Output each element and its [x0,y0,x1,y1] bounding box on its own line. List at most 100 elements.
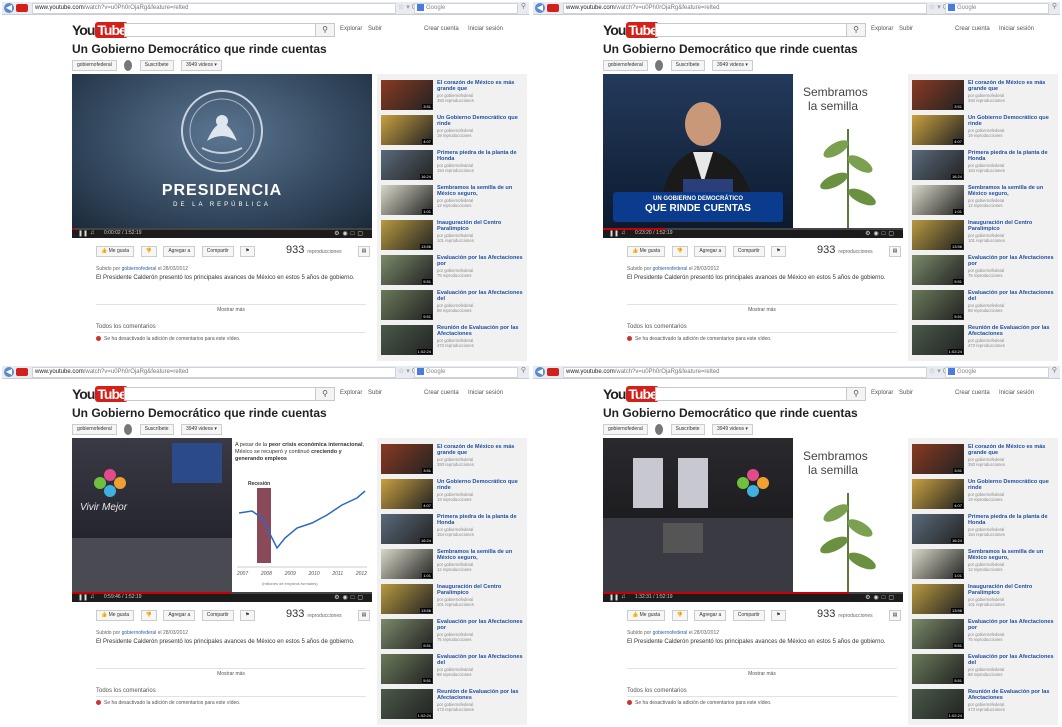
dislike-button[interactable]: 👎 [671,610,688,621]
explore-link[interactable]: Explorar [871,26,893,32]
related-video-thumbnail[interactable]: 3:51 [381,444,433,474]
related-video-thumbnail[interactable]: 5:51 [912,290,964,320]
related-video-item[interactable]: 16:24 Primera piedra de la planta de Hon… [381,150,527,183]
share-button[interactable]: Compartir [201,610,234,621]
related-video-item[interactable]: 16:24 Primera piedra de la planta de Hon… [912,150,1058,183]
related-video-thumbnail[interactable]: 4:07 [912,115,964,145]
related-video-title[interactable]: Inauguración del Centro Paralímpico por … [968,220,1056,243]
related-video-thumbnail[interactable]: 1:02:24 [912,325,964,355]
stats-icon[interactable]: ▤ [889,246,901,257]
related-video-item[interactable]: 4:07 Un Gobierno Democrático que rinde p… [381,115,527,148]
related-video-title[interactable]: El corazón de México es más grande que p… [437,80,525,103]
related-video-thumbnail[interactable]: 5:51 [912,255,964,285]
related-video-item[interactable]: 1:02:24 Reunión de Evaluación por las Af… [381,689,527,722]
related-video-title[interactable]: Inauguración del Centro Paralímpico por … [437,220,525,243]
browser-search-box[interactable]: Google [414,3,518,14]
explore-link[interactable]: Explorar [340,390,362,396]
subscribe-button[interactable]: Suscríbete [139,424,174,435]
add-to-button[interactable]: Agregar a [694,246,727,257]
channel-name-button[interactable]: gobiernofederal [72,424,117,435]
show-more-button[interactable]: Mostrar más [627,304,897,315]
pause-icon[interactable]: ❚❚ [609,594,619,601]
related-video-thumbnail[interactable]: 13:56 [381,220,433,250]
related-video-title[interactable]: El corazón de México es más grande que p… [968,444,1056,467]
related-video-thumbnail[interactable]: 5:51 [912,619,964,649]
related-video-thumbnail[interactable]: 16:24 [912,514,964,544]
related-video-item[interactable]: 16:24 Primera piedra de la planta de Hon… [912,514,1058,547]
related-video-item[interactable]: 1:01 Sembramos la semilla de un México s… [381,185,527,218]
related-video-thumbnail[interactable]: 5:51 [381,654,433,684]
upload-link[interactable]: Subir [368,26,382,32]
related-video-thumbnail[interactable]: 3:51 [912,444,964,474]
sign-in-link[interactable]: Iniciar sesión [468,26,503,32]
create-account-link[interactable]: Crear cuenta [955,26,990,32]
flag-icon[interactable]: ⚑ [771,246,786,257]
related-video-thumbnail[interactable]: 13:56 [912,220,964,250]
add-to-button[interactable]: Agregar a [163,246,196,257]
search-icon[interactable]: ⚲ [521,366,526,374]
channel-options-icon[interactable] [124,424,133,435]
videos-count-button[interactable]: 3949 videos ▾ [181,424,222,435]
show-more-button[interactable]: Mostrar más [96,668,366,679]
channel-name-button[interactable]: gobiernofederal [603,424,648,435]
related-video-title[interactable]: Primera piedra de la planta de Honda por… [437,150,525,173]
related-video-title[interactable]: Un Gobierno Democrático que rinde por go… [437,115,525,138]
channel-options-icon[interactable] [655,60,664,71]
flag-icon[interactable]: ⚑ [240,246,255,257]
volume-icon[interactable]: ♫ [621,594,626,600]
create-account-link[interactable]: Crear cuenta [424,26,459,32]
related-video-item[interactable]: 13:56 Inauguración del Centro Paralímpic… [912,220,1058,253]
dislike-button[interactable]: 👎 [671,246,688,257]
related-video-title[interactable]: Sembramos la semilla de un México seguro… [437,185,525,208]
related-video-item[interactable]: 5:51 Evaluación por las Afectaciones del… [912,290,1058,323]
videos-count-button[interactable]: 3949 videos ▾ [712,424,753,435]
subscribe-button[interactable]: Suscríbete [670,424,705,435]
create-account-link[interactable]: Crear cuenta [424,390,459,396]
related-video-item[interactable]: 5:51 Evaluación por las Afectaciones por… [381,619,527,652]
search-button[interactable]: ⚲ [846,23,866,37]
youtube-logo[interactable]: You Tube [603,386,659,402]
related-video-item[interactable]: 13:56 Inauguración del Centro Paralímpic… [912,584,1058,617]
related-video-item[interactable]: 3:51 El corazón de México es más grande … [381,444,527,477]
related-video-thumbnail[interactable]: 13:56 [912,584,964,614]
related-video-item[interactable]: 1:02:24 Reunión de Evaluación por las Af… [912,325,1058,358]
related-video-title[interactable]: Reunión de Evaluación por las Afectacion… [437,325,525,348]
like-button[interactable]: 👍 Me gusta [96,246,135,257]
dislike-button[interactable]: 👎 [140,610,157,621]
related-video-item[interactable]: 3:51 El corazón de México es más grande … [912,80,1058,113]
related-video-thumbnail[interactable]: 4:07 [381,479,433,509]
explore-link[interactable]: Explorar [340,26,362,32]
related-video-item[interactable]: 3:51 El corazón de México es más grande … [381,80,527,113]
related-video-item[interactable]: 16:24 Primera piedra de la planta de Hon… [381,514,527,547]
related-video-thumbnail[interactable]: 5:51 [381,619,433,649]
upload-link[interactable]: Subir [899,390,913,396]
share-button[interactable]: Compartir [201,246,234,257]
related-video-title[interactable]: Reunión de Evaluación por las Afectacion… [968,689,1056,712]
related-video-item[interactable]: 1:02:24 Reunión de Evaluación por las Af… [381,325,527,358]
related-video-title[interactable]: Un Gobierno Democrático que rinde por go… [437,479,525,502]
like-button[interactable]: 👍 Me gusta [627,246,666,257]
stats-icon[interactable]: ▤ [358,610,370,621]
related-video-item[interactable]: 13:56 Inauguración del Centro Paralímpic… [381,220,527,253]
youtube-logo[interactable]: You Tube [603,22,659,38]
videos-count-button[interactable]: 3949 videos ▾ [712,60,753,71]
subscribe-button[interactable]: Suscríbete [139,60,174,71]
related-video-item[interactable]: 5:51 Evaluación por las Afectaciones del… [912,654,1058,687]
search-input[interactable] [655,23,847,37]
related-video-item[interactable]: 1:01 Sembramos la semilla de un México s… [912,185,1058,218]
related-video-title[interactable]: Evaluación por las Afectaciones del por … [437,654,525,677]
related-video-title[interactable]: Sembramos la semilla de un México seguro… [968,185,1056,208]
upload-link[interactable]: Subir [368,390,382,396]
address-bar[interactable]: www.youtube.com/watch?v=u0Ph0rOjaRg&feat… [32,3,396,14]
related-video-title[interactable]: Inauguración del Centro Paralímpico por … [437,584,525,607]
related-video-item[interactable]: 5:51 Evaluación por las Afectaciones del… [381,290,527,323]
related-video-title[interactable]: Reunión de Evaluación por las Afectacion… [437,689,525,712]
video-player[interactable]: PRESIDENCIA DE LA REPÚBLICA ❚❚ ♫ 0:00:02… [72,74,372,238]
sign-in-link[interactable]: Iniciar sesión [999,390,1034,396]
back-icon[interactable]: ◀ [4,367,14,377]
related-video-title[interactable]: Evaluación por las Afectaciones por por … [968,619,1056,642]
related-video-thumbnail[interactable]: 1:02:24 [381,325,433,355]
related-video-title[interactable]: Sembramos la semilla de un México seguro… [437,549,525,572]
address-bar[interactable]: www.youtube.com/watch?v=u0Ph0rOjaRg&feat… [32,367,396,378]
volume-icon[interactable]: ♫ [90,230,95,236]
